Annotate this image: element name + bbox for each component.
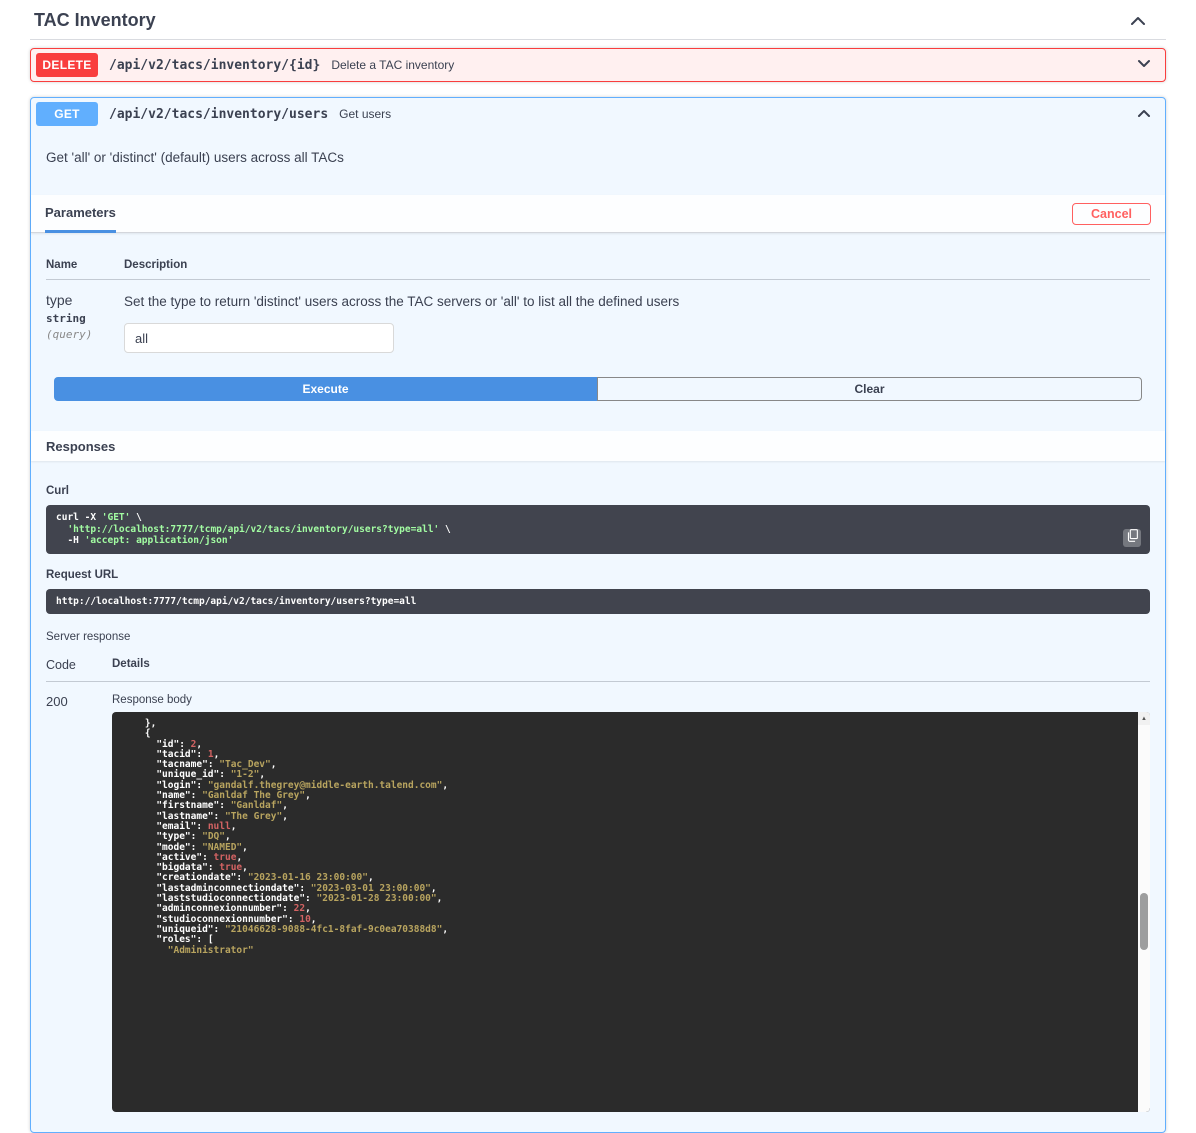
delete-method-badge: DELETE <box>36 53 98 77</box>
scrollbar-thumb[interactable] <box>1140 893 1148 950</box>
response-body-json: }, { "id": 2, "tacid": 1, "tacname": "Ta… <box>112 712 1150 963</box>
get-endpoint-path: /api/v2/tacs/inventory/users <box>109 107 328 122</box>
responses-section-header: Responses <box>31 431 1165 461</box>
get-endpoint-block: GET /api/v2/tacs/inventory/users Get use… <box>30 97 1166 1133</box>
delete-expand-chevron-down-icon[interactable] <box>1133 56 1155 74</box>
get-method-badge: GET <box>36 102 98 126</box>
delete-endpoint-block: DELETE /api/v2/tacs/inventory/{id} Delet… <box>30 48 1166 82</box>
execute-row: Execute Clear <box>31 353 1165 431</box>
details-column-header: Details <box>112 658 1150 672</box>
parameter-description: Set the type to return 'distinct' users … <box>124 294 1150 309</box>
response-details-cell: Response body }, { "id": 2, "tacid": 1, … <box>112 694 1150 1112</box>
parameters-section-header: Parameters Cancel <box>31 195 1165 233</box>
get-collapse-chevron-up-icon[interactable] <box>1133 105 1155 123</box>
copy-to-clipboard-button[interactable] <box>1123 529 1141 547</box>
tag-section-header[interactable]: TAC Inventory <box>30 0 1166 40</box>
name-column-header: Name <box>46 259 124 271</box>
server-response-label: Server response <box>46 631 1150 643</box>
responses-content: Curl curl -X 'GET' \ 'http://localhost:7… <box>31 461 1165 1132</box>
curl-command: curl -X 'GET' \ 'http://localhost:7777/t… <box>56 512 1105 547</box>
description-column-header: Description <box>124 259 1150 271</box>
response-body-scrollbar[interactable]: ▲ <box>1138 712 1150 1112</box>
get-endpoint-summary[interactable]: GET /api/v2/tacs/inventory/users Get use… <box>31 98 1165 130</box>
execute-button[interactable]: Execute <box>54 377 597 401</box>
get-endpoint-description: Get users <box>339 107 391 121</box>
clear-button[interactable]: Clear <box>597 377 1142 401</box>
request-url-label: Request URL <box>46 569 1150 581</box>
curl-label: Curl <box>46 485 1150 497</box>
responses-title: Responses <box>46 439 115 454</box>
parameter-name-cell: type string (query) <box>46 292 124 353</box>
parameters-table: Name Description type string (query) Set… <box>31 233 1165 353</box>
response-status-code: 200 <box>46 694 112 1112</box>
parameters-table-header: Name Description <box>46 259 1150 280</box>
delete-endpoint-summary[interactable]: DELETE /api/v2/tacs/inventory/{id} Delet… <box>31 49 1165 81</box>
tag-collapse-chevron-up-icon[interactable] <box>1130 15 1146 27</box>
curl-code-block: curl -X 'GET' \ 'http://localhost:7777/t… <box>46 505 1150 554</box>
tab-parameters[interactable]: Parameters <box>45 195 116 233</box>
parameter-row: type string (query) Set the type to retu… <box>46 280 1150 353</box>
response-body-label: Response body <box>112 694 1150 706</box>
tag-title: TAC Inventory <box>34 10 156 31</box>
swagger-content: TAC Inventory DELETE /api/v2/tacs/invent… <box>0 0 1196 1133</box>
get-endpoint-body: Get 'all' or 'distinct' (default) users … <box>31 130 1165 1132</box>
delete-endpoint-description: Delete a TAC inventory <box>331 58 454 72</box>
parameter-location: (query) <box>46 328 124 341</box>
cancel-button[interactable]: Cancel <box>1072 203 1151 225</box>
response-body-block: }, { "id": 2, "tacid": 1, "tacname": "Ta… <box>112 712 1150 1112</box>
parameter-description-cell: Set the type to return 'distinct' users … <box>124 292 1150 353</box>
code-column-header: Code <box>46 658 112 672</box>
request-url-value: http://localhost:7777/tcmp/api/v2/tacs/i… <box>56 596 416 607</box>
type-param-input[interactable] <box>124 323 394 353</box>
delete-endpoint-path: /api/v2/tacs/inventory/{id} <box>109 58 320 73</box>
parameter-type: string <box>46 312 124 325</box>
operation-description: Get 'all' or 'distinct' (default) users … <box>31 130 1165 195</box>
scrollbar-arrow-up-icon[interactable]: ▲ <box>1138 712 1150 725</box>
response-table-header: Code Details <box>46 658 1150 682</box>
response-row: 200 Response body }, { "id": 2, "tacid":… <box>46 682 1150 1112</box>
request-url-block: http://localhost:7777/tcmp/api/v2/tacs/i… <box>46 589 1150 615</box>
clipboard-icon <box>1127 529 1138 546</box>
parameter-name: type <box>46 292 124 308</box>
